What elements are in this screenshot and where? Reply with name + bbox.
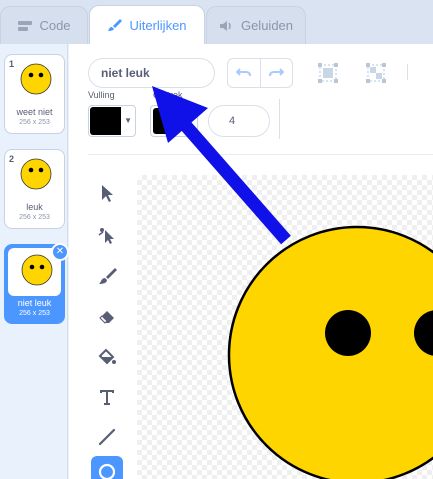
costume-name: niet leuk xyxy=(17,298,52,308)
fill-label: Vulling xyxy=(88,90,115,100)
brush-icon xyxy=(99,268,117,284)
costume-name: leuk xyxy=(26,202,43,212)
fill-tool[interactable] xyxy=(91,341,123,373)
circle-icon xyxy=(98,463,116,479)
costume-thumbnail xyxy=(20,158,52,190)
text-tool[interactable] xyxy=(91,381,123,413)
costume-thumbnail xyxy=(21,254,53,286)
group-icon xyxy=(318,63,338,83)
fill-color-picker[interactable]: ▼ xyxy=(88,105,136,137)
reshape-tool[interactable] xyxy=(91,219,123,251)
outline-color-picker[interactable] xyxy=(150,105,198,137)
tab-code-label: Code xyxy=(39,18,71,33)
toolbar-divider xyxy=(88,154,433,155)
undo-button[interactable] xyxy=(228,59,261,87)
speaker-icon xyxy=(219,19,235,33)
circle-tool[interactable] xyxy=(91,456,123,479)
undo-icon xyxy=(235,68,251,77)
costume-number: 2 xyxy=(9,154,15,164)
fill-color-swatch xyxy=(90,107,121,135)
code-icon xyxy=(17,19,33,33)
costume-name: weet niet xyxy=(16,107,53,117)
eraser-icon xyxy=(99,311,114,324)
costume-list: 1 weet niet 256 x 253 2 leuk 256 x 253 3… xyxy=(0,44,68,479)
chevron-down-icon: ▼ xyxy=(124,116,132,125)
select-icon xyxy=(102,185,113,202)
costume-size: 256 x 253 xyxy=(19,310,50,317)
group-button[interactable] xyxy=(317,62,339,84)
tab-costumes-label: Uiterlijken xyxy=(129,17,187,33)
line-tool[interactable] xyxy=(91,421,123,453)
toolbar-divider xyxy=(407,64,408,80)
brush-icon xyxy=(107,18,123,32)
ungroup-button[interactable] xyxy=(365,62,387,84)
tab-sounds[interactable]: Geluiden xyxy=(206,6,306,44)
paint-canvas[interactable] xyxy=(137,175,433,479)
costume-size: 256 x 253 xyxy=(19,214,50,221)
costume-number: 3 xyxy=(10,250,16,260)
ungroup-icon xyxy=(366,63,386,83)
toolbar-divider xyxy=(279,99,280,139)
close-icon: ✕ xyxy=(55,246,65,257)
paint-editor: niet leuk Vulling ▼ Omtrek 4 xyxy=(69,44,433,479)
costume-number: 1 xyxy=(9,59,15,69)
tab-code[interactable]: Code xyxy=(0,6,88,44)
costume-item[interactable]: 1 weet niet 256 x 253 xyxy=(4,54,65,134)
brush-tool[interactable] xyxy=(91,260,123,292)
costume-name-input[interactable]: niet leuk xyxy=(88,58,215,88)
costume-item[interactable]: 2 leuk 256 x 253 xyxy=(4,149,65,229)
delete-costume-button[interactable]: ✕ xyxy=(51,243,69,261)
tab-sounds-label: Geluiden xyxy=(240,18,294,33)
left-eye[interactable] xyxy=(325,310,371,356)
text-icon xyxy=(100,390,114,405)
reshape-icon xyxy=(98,228,114,244)
redo-icon xyxy=(269,68,285,77)
costume-drawing xyxy=(227,225,433,479)
tab-costumes[interactable]: Uiterlijken xyxy=(89,5,205,44)
costume-size: 256 x 253 xyxy=(19,119,50,126)
outline-label: Omtrek xyxy=(153,90,183,100)
editor-tabs: Code Uiterlijken Geluiden xyxy=(0,0,433,44)
costume-thumbnail xyxy=(20,63,52,95)
face-circle[interactable] xyxy=(227,225,433,479)
outline-width-input[interactable]: 4 xyxy=(208,105,270,137)
fill-icon xyxy=(98,348,116,365)
eraser-tool[interactable] xyxy=(91,300,123,332)
undo-redo-group xyxy=(227,58,293,88)
select-tool[interactable] xyxy=(91,177,123,209)
line-icon xyxy=(98,428,116,446)
outline-color-swatch xyxy=(153,108,179,134)
redo-button[interactable] xyxy=(261,59,293,87)
